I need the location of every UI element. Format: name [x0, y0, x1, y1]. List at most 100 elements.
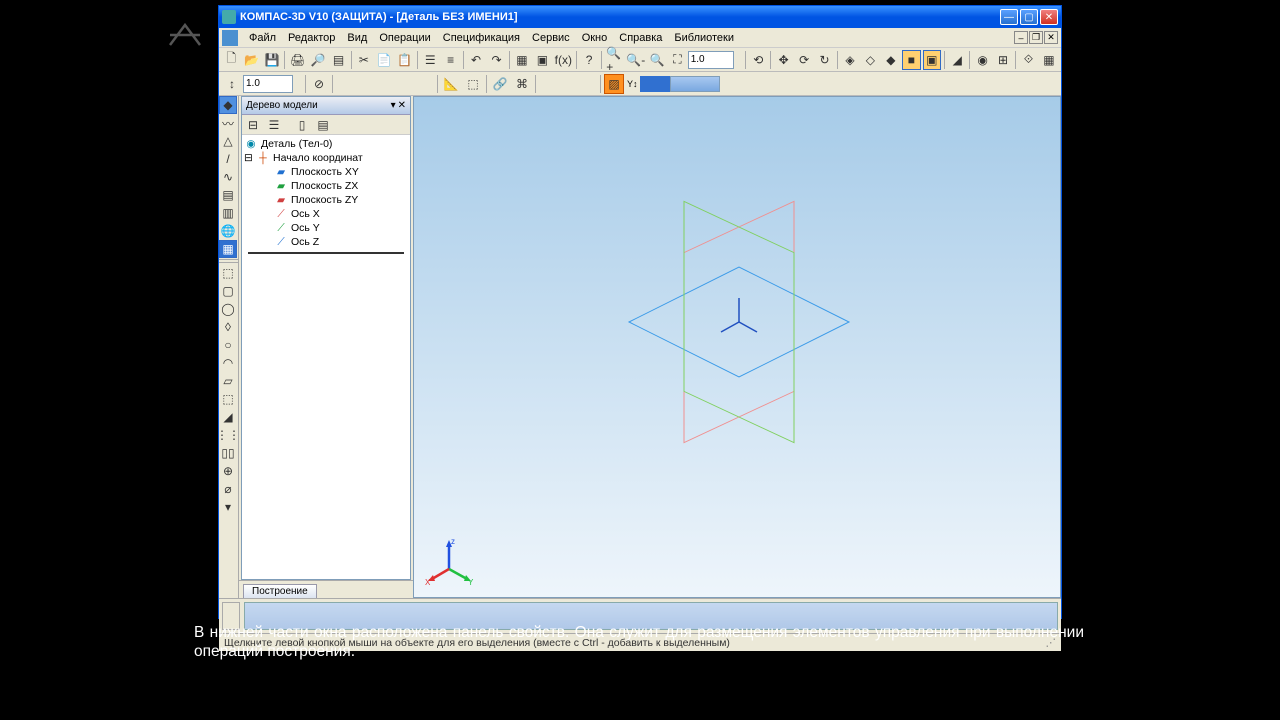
- fx-icon[interactable]: f(x): [554, 50, 573, 70]
- panel-spec-icon[interactable]: 🌐: [219, 222, 237, 240]
- sketch-icon[interactable]: 📐: [441, 74, 461, 94]
- wire2-icon[interactable]: ◇: [861, 50, 879, 70]
- tree-plane-zy[interactable]: ▰ Плоскость ZY: [244, 193, 408, 207]
- op-loft-icon[interactable]: ◊: [219, 318, 237, 336]
- doc-close[interactable]: ✕: [1044, 31, 1058, 44]
- calc-icon[interactable]: ▣: [533, 50, 551, 70]
- panel-filt-icon[interactable]: ▥: [219, 204, 237, 222]
- tree-axis-x[interactable]: ⟋ Ось X: [244, 207, 408, 221]
- zoom-out-icon[interactable]: 🔍-: [626, 50, 646, 70]
- save-icon[interactable]: 💾: [263, 50, 281, 70]
- tree-doc-icon[interactable]: ▯: [294, 117, 310, 133]
- panel-elem-icon[interactable]: ▦: [219, 240, 237, 258]
- menu-app-icon[interactable]: [222, 30, 238, 46]
- tree-plane-xy[interactable]: ▰ Плоскость XY: [244, 165, 408, 179]
- menu-help[interactable]: Справка: [613, 30, 668, 46]
- menu-file[interactable]: Файл: [243, 30, 282, 46]
- tree-origin[interactable]: ⊟ ┼ Начало координат: [244, 151, 408, 165]
- list-icon[interactable]: ≡: [441, 50, 459, 70]
- redo-icon[interactable]: ↷: [487, 50, 505, 70]
- rebuild-icon[interactable]: ⟐: [1019, 50, 1037, 70]
- panel-dim-icon[interactable]: ▤: [219, 186, 237, 204]
- op-extrude-icon[interactable]: ⬚: [219, 264, 237, 282]
- zoom-in-icon[interactable]: 🔍+: [605, 50, 623, 70]
- menu-libraries[interactable]: Библиотеки: [668, 30, 740, 46]
- menu-service[interactable]: Сервис: [526, 30, 576, 46]
- op-thread-icon[interactable]: ⌀: [219, 480, 237, 498]
- rotate2-icon[interactable]: ↻: [815, 50, 833, 70]
- maximize-button[interactable]: ▢: [1020, 9, 1038, 25]
- undo-icon[interactable]: ↶: [467, 50, 485, 70]
- shaded-edge-icon[interactable]: ▣: [923, 50, 941, 70]
- paste-icon[interactable]: 📋: [396, 50, 414, 70]
- fit-icon[interactable]: ⛶: [668, 50, 686, 70]
- copy-icon[interactable]: 📄: [375, 50, 393, 70]
- op-round-icon[interactable]: ◠: [219, 354, 237, 372]
- close-button[interactable]: ✕: [1040, 9, 1058, 25]
- tree-body[interactable]: ◉ Деталь (Тел-0) ⊟ ┼ Начало координат ▰ …: [242, 135, 410, 579]
- panel-curve-icon[interactable]: ∿: [219, 168, 237, 186]
- tree-mode-icon[interactable]: ⊟: [245, 117, 261, 133]
- menu-operations[interactable]: Операции: [373, 30, 436, 46]
- tree-pin-icon[interactable]: ▾: [391, 100, 396, 111]
- link2-icon[interactable]: ⌘: [512, 74, 532, 94]
- op-more-icon[interactable]: ▾: [219, 498, 237, 516]
- op-array-icon[interactable]: ⋮⋮: [219, 426, 237, 444]
- props-icon[interactable]: ☰: [421, 50, 439, 70]
- zoom-combo[interactable]: 1.0: [688, 51, 734, 69]
- op-revolve-icon[interactable]: ◯: [219, 300, 237, 318]
- op-mirror-icon[interactable]: ▯▯: [219, 444, 237, 462]
- hidden-icon[interactable]: ◆: [882, 50, 900, 70]
- tool1-icon[interactable]: ◉: [973, 50, 991, 70]
- persp-icon[interactable]: ◢: [948, 50, 966, 70]
- menu-specification[interactable]: Спецификация: [437, 30, 526, 46]
- tree-close-icon[interactable]: ✕: [398, 100, 406, 111]
- snap-icon[interactable]: ↕: [222, 74, 242, 94]
- minimize-button[interactable]: —: [1000, 9, 1018, 25]
- tree-root[interactable]: ◉ Деталь (Тел-0): [244, 137, 408, 151]
- move-icon[interactable]: ✥: [774, 50, 792, 70]
- highlight-icon[interactable]: ▨: [604, 74, 624, 94]
- tree-axis-z[interactable]: ⟋ Ось Z: [244, 235, 408, 249]
- op-cut-icon[interactable]: ▢: [219, 282, 237, 300]
- stop-icon[interactable]: ⊘: [309, 74, 329, 94]
- menu-view[interactable]: Вид: [341, 30, 373, 46]
- open-icon[interactable]: 📂: [242, 50, 260, 70]
- doc-minimize[interactable]: –: [1014, 31, 1028, 44]
- preview-icon[interactable]: 🔎: [309, 50, 327, 70]
- tool2-icon[interactable]: ⊞: [994, 50, 1012, 70]
- new-icon[interactable]: 🗋: [222, 50, 240, 70]
- menu-edit[interactable]: Редактор: [282, 30, 341, 46]
- tree-axis-y[interactable]: ⟋ Ось Y: [244, 221, 408, 235]
- panel-axis-icon[interactable]: /: [219, 150, 237, 168]
- op-rib-icon[interactable]: ▱: [219, 372, 237, 390]
- panel-edit-icon[interactable]: ◆: [219, 96, 237, 114]
- panel-surf-icon[interactable]: 〰: [219, 114, 237, 132]
- viewport[interactable]: z Y X: [413, 96, 1061, 598]
- wire-icon[interactable]: ◈: [841, 50, 859, 70]
- menu-window[interactable]: Окно: [576, 30, 614, 46]
- scale-combo[interactable]: 1.0: [243, 75, 293, 93]
- shaded-icon[interactable]: ■: [902, 50, 920, 70]
- op-hole-icon[interactable]: ○: [219, 336, 237, 354]
- tab-build[interactable]: Построение: [243, 584, 317, 598]
- print-icon[interactable]: 🖨: [288, 50, 306, 70]
- help-icon[interactable]: ?: [580, 50, 598, 70]
- tree-plane-zx[interactable]: ▰ Плоскость ZX: [244, 179, 408, 193]
- zoom-icon[interactable]: 🔍: [648, 50, 666, 70]
- tool3-icon[interactable]: ▦: [1040, 50, 1058, 70]
- rotate-icon[interactable]: ⟳: [795, 50, 813, 70]
- cut-icon[interactable]: ✂: [355, 50, 373, 70]
- op-shell-icon[interactable]: ⬚: [219, 390, 237, 408]
- var-icon[interactable]: ▦: [513, 50, 531, 70]
- spec-icon[interactable]: ▤: [329, 50, 347, 70]
- orient-icon[interactable]: ⟲: [749, 50, 767, 70]
- op-bool-icon[interactable]: ⊕: [219, 462, 237, 480]
- sk2-icon[interactable]: ⬚: [463, 74, 483, 94]
- tree-list-icon[interactable]: ☰: [266, 117, 282, 133]
- link-icon[interactable]: 🔗: [490, 74, 510, 94]
- op-draft-icon[interactable]: ◢: [219, 408, 237, 426]
- tree-layer-icon[interactable]: ▤: [315, 117, 331, 133]
- panel-a-icon[interactable]: △: [219, 132, 237, 150]
- doc-restore[interactable]: ❐: [1029, 31, 1043, 44]
